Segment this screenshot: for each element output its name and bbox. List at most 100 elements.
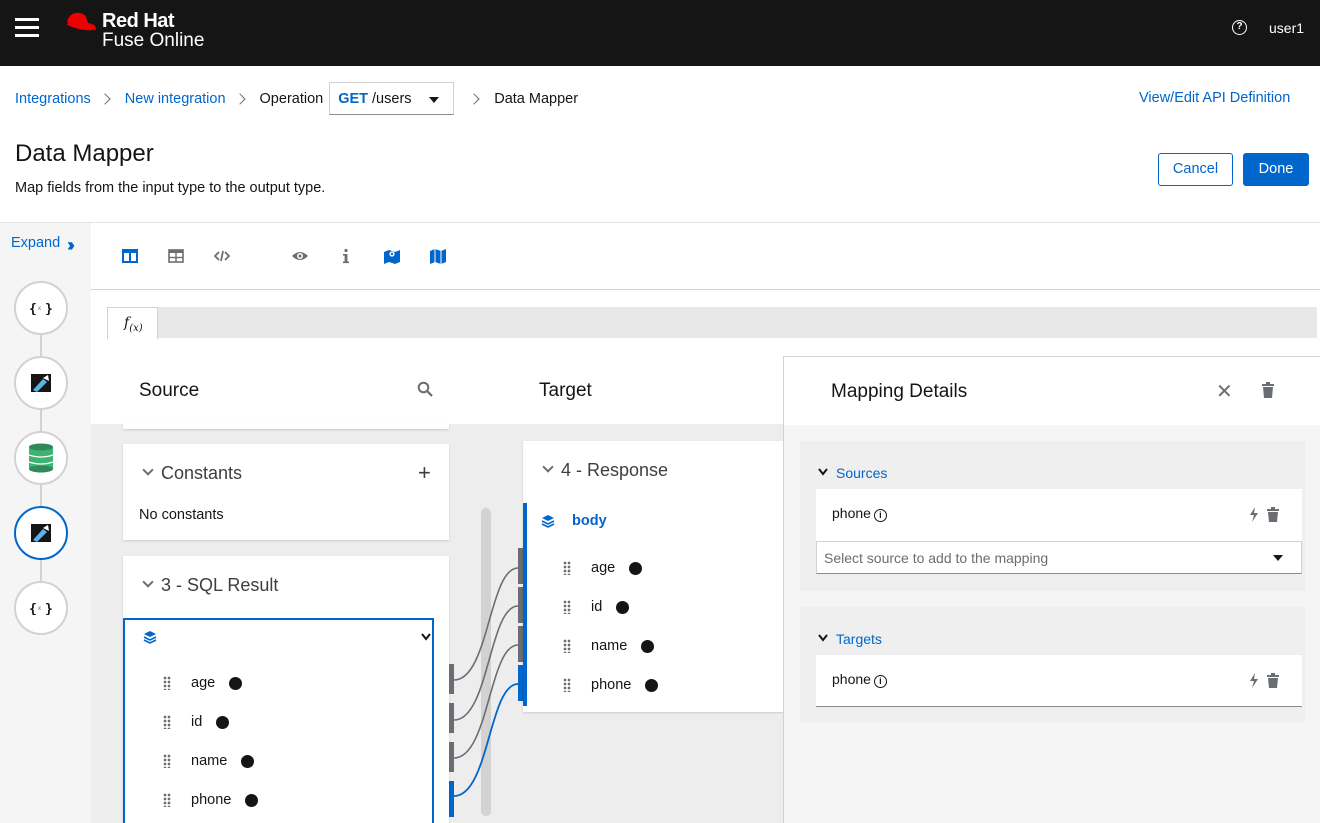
done-button[interactable]: Done xyxy=(1243,153,1309,186)
mapping-details-panel: Mapping Details ✕ Sources phone i Select … xyxy=(783,356,1320,823)
source-field-age[interactable]: age xyxy=(163,673,243,693)
field-connector-dot[interactable] xyxy=(641,639,655,653)
info-circle-icon[interactable]: i xyxy=(873,509,887,522)
trash-icon[interactable] xyxy=(1261,382,1275,398)
step-rail: Expand ›› {x} {x} xyxy=(0,223,91,823)
scrollbar[interactable] xyxy=(481,508,491,816)
response-card: 4 - Response body xyxy=(523,441,783,712)
chevron-down-icon[interactable] xyxy=(421,633,431,641)
column-mapper-icon[interactable] xyxy=(121,247,139,265)
mapped-fields-icon[interactable] xyxy=(383,247,401,265)
chevron-down-icon[interactable] xyxy=(818,634,828,642)
constants-empty: No constants xyxy=(139,507,224,523)
lightning-icon[interactable] xyxy=(1249,507,1259,522)
body-selected-bar xyxy=(523,503,527,706)
help-icon[interactable]: ? xyxy=(1232,20,1247,35)
eye-icon[interactable] xyxy=(291,247,309,265)
step-api-provider-start[interactable]: {x} xyxy=(14,281,68,335)
field-connector-dot[interactable] xyxy=(241,754,255,768)
data-mapper-icon xyxy=(31,524,51,542)
targets-label[interactable]: Targets xyxy=(836,631,882,647)
hamburger-menu-icon[interactable] xyxy=(15,18,39,38)
trash-icon[interactable] xyxy=(1267,507,1279,522)
target-field-name[interactable]: name xyxy=(563,636,655,656)
step-api-provider-end[interactable]: {x} xyxy=(14,581,68,635)
sql-result-title[interactable]: 3 - SQL Result xyxy=(161,575,278,596)
page-description: Map fields from the input type to the ou… xyxy=(15,180,326,196)
drag-handle-icon[interactable] xyxy=(563,561,571,575)
step-data-mapper-1[interactable] xyxy=(14,356,68,410)
source-field-id[interactable]: id xyxy=(163,712,230,732)
breadcrumb-data-mapper: Data Mapper xyxy=(494,90,579,107)
caret-down-icon xyxy=(1273,555,1283,561)
drag-handle-icon[interactable] xyxy=(163,793,171,807)
field-connector-dot[interactable] xyxy=(229,676,243,690)
breadcrumb: Integrations New integration Operation G… xyxy=(15,82,578,115)
source-field-name[interactable]: name xyxy=(163,751,255,771)
field-connector-dot[interactable] xyxy=(645,678,659,692)
breadcrumb-separator-icon xyxy=(468,92,480,105)
unmapped-fields-icon[interactable] xyxy=(429,247,447,265)
targets-section: Targets phone i xyxy=(800,607,1305,722)
double-chevron-right-icon[interactable]: ›› xyxy=(67,235,75,256)
svg-text:x: x xyxy=(38,306,41,312)
close-icon[interactable]: ✕ xyxy=(1216,379,1233,404)
step-database[interactable] xyxy=(14,431,68,485)
constants-title[interactable]: Constants xyxy=(161,463,242,484)
body-label[interactable]: body xyxy=(572,513,607,529)
breadcrumb-integrations[interactable]: Integrations xyxy=(15,91,91,107)
trash-icon[interactable] xyxy=(1267,673,1279,688)
function-tab[interactable]: f(x) xyxy=(107,307,158,339)
masthead: Red Hat Fuse Online ? user1 xyxy=(0,0,1320,66)
target-field-label: phone xyxy=(832,671,871,687)
info-icon[interactable] xyxy=(337,247,355,265)
drag-handle-icon[interactable] xyxy=(163,715,171,729)
drag-handle-icon[interactable] xyxy=(563,639,571,653)
target-field-id[interactable]: id xyxy=(563,597,630,617)
lightning-icon[interactable] xyxy=(1249,673,1259,688)
sources-label[interactable]: Sources xyxy=(836,465,887,481)
expand-link[interactable]: Expand xyxy=(11,235,60,251)
view-edit-api-definition-link[interactable]: View/Edit API Definition xyxy=(1139,90,1290,106)
drag-handle-icon[interactable] xyxy=(163,754,171,768)
response-title[interactable]: 4 - Response xyxy=(561,460,668,481)
user-menu[interactable]: user1 xyxy=(1269,20,1304,36)
source-field-phone[interactable]: phone xyxy=(163,790,259,810)
red-hat-fuse-logo[interactable]: Red Hat Fuse Online xyxy=(62,8,222,58)
svg-text:{: { xyxy=(29,302,37,315)
field-label: id xyxy=(591,599,603,615)
breadcrumb-separator-icon xyxy=(233,92,246,105)
code-icon[interactable] xyxy=(213,247,231,265)
page-title: Data Mapper xyxy=(15,140,154,167)
chevron-down-icon[interactable] xyxy=(818,468,828,476)
target-field-age[interactable]: age xyxy=(563,558,643,578)
table-icon[interactable] xyxy=(167,247,185,265)
add-constant-icon[interactable]: + xyxy=(418,462,431,484)
drag-handle-icon[interactable] xyxy=(163,676,171,690)
info-circle-icon[interactable]: i xyxy=(873,675,887,688)
step-data-mapper-2[interactable] xyxy=(14,506,68,560)
mapping-details-title: Mapping Details xyxy=(831,381,968,402)
field-connector-dot[interactable] xyxy=(629,561,643,575)
drag-handle-icon[interactable] xyxy=(563,678,571,692)
field-connector-dot[interactable] xyxy=(616,600,630,614)
cancel-button[interactable]: Cancel xyxy=(1158,153,1233,186)
field-connector-dot[interactable] xyxy=(245,793,259,807)
caret-down-icon xyxy=(429,97,440,103)
chevron-down-icon[interactable] xyxy=(542,461,554,473)
field-connector-dot[interactable] xyxy=(216,715,230,729)
source-select[interactable]: Select source to add to the mapping xyxy=(816,541,1302,574)
mapper-toolbar xyxy=(91,223,1320,290)
chevron-down-icon[interactable] xyxy=(142,464,154,476)
data-mapper-icon xyxy=(31,374,51,392)
target-header: Target xyxy=(453,356,783,424)
target-field-phone[interactable]: phone xyxy=(563,675,659,695)
search-icon[interactable] xyxy=(417,381,433,397)
operation-select[interactable]: GET /users xyxy=(329,82,455,115)
source-field-label: phone xyxy=(832,505,871,521)
drag-handle-icon[interactable] xyxy=(563,600,571,614)
source-select-placeholder: Select source to add to the mapping xyxy=(824,550,1049,566)
chevron-down-icon[interactable] xyxy=(142,576,154,588)
source-mapping-field: phone i xyxy=(816,489,1302,541)
breadcrumb-new-integration[interactable]: New integration xyxy=(125,91,226,107)
